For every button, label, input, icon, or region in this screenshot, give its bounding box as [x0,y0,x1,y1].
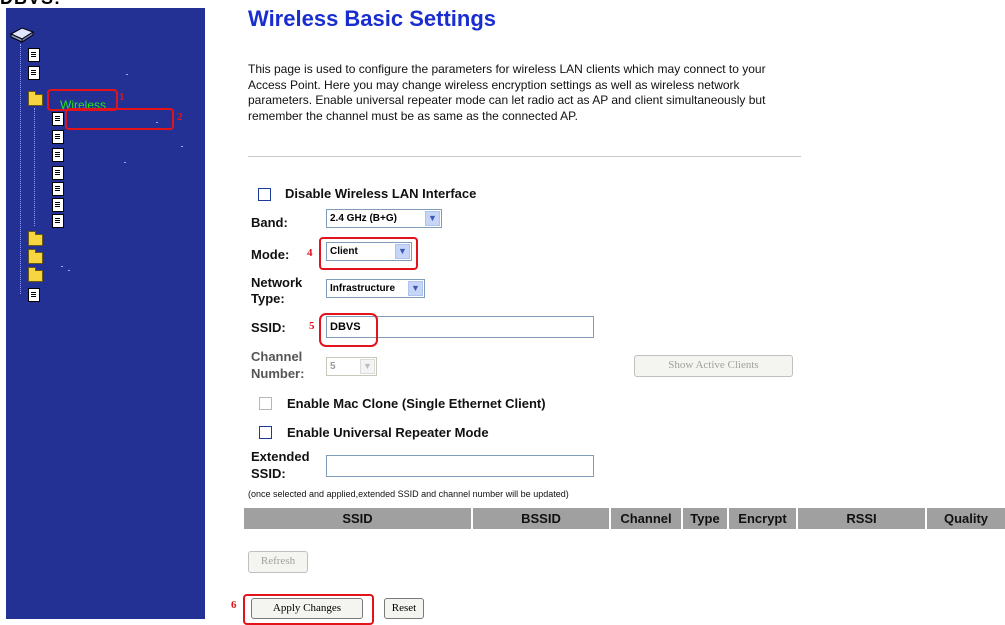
table-header-bssid: BSSID [473,508,611,529]
ssid-label: SSID: [251,320,286,335]
extended-ssid-input[interactable] [326,455,594,477]
chevron-down-icon: ▼ [408,281,423,296]
sidebar-tree: Wireless 1 2 [6,8,205,619]
page-icon[interactable] [52,182,64,196]
top-strip [0,0,1005,8]
page-icon[interactable] [52,214,64,228]
channel-value: 5 [330,361,336,372]
band-label: Band: [251,215,288,230]
page-icon[interactable] [28,48,40,62]
network-type-select[interactable]: Infrastructure ▼ [326,279,425,298]
extended-ssid-label-line2: SSID: [251,466,286,481]
refresh-button[interactable]: Refresh [248,551,308,573]
universal-repeater-label: Enable Universal Repeater Mode [287,425,489,440]
page-description: This page is used to configure the param… [248,62,766,123]
network-type-label-line2: Type: [251,291,285,306]
page-title: Wireless Basic Settings [248,6,497,31]
annotation-box-4 [319,237,418,270]
disable-wlan-label: Disable Wireless LAN Interface [285,186,477,201]
site-survey-table-header: SSID BSSID Channel Type Encrypt RSSI Qua… [244,508,1005,529]
folder-icon[interactable] [28,267,43,282]
page-icon[interactable] [52,148,64,162]
table-header-quality: Quality [943,511,989,526]
disable-wlan-checkbox[interactable] [258,188,271,201]
band-value: 2.4 GHz (B+G) [330,213,397,224]
table-header-rssi: RSSI [798,508,927,529]
extended-ssid-hint: (once selected and applied,extended SSID… [248,489,569,499]
annotation-number-6: 6 [231,599,237,611]
annotation-number-4: 4 [307,247,313,259]
network-type-value: Infrastructure [330,283,396,294]
page-icon[interactable] [52,166,64,180]
page-icon[interactable] [52,112,64,126]
folder-open-icon[interactable] [28,91,43,106]
table-header-type: Type [683,508,729,529]
page-icon[interactable] [28,66,40,80]
annotation-box-2 [65,108,174,130]
table-header-channel: Channel [611,508,683,529]
divider [248,156,801,157]
show-active-clients-button[interactable]: Show Active Clients [634,355,793,377]
annotation-number-2: 2 [177,111,183,123]
extended-ssid-label: Extended [251,449,310,464]
mac-clone-label: Enable Mac Clone (Single Ethernet Client… [287,396,546,411]
network-type-label: Network [251,275,303,290]
mode-label: Mode: [251,247,290,262]
annotation-number-1: 1 [119,91,125,103]
channel-number-label: Channel [251,349,303,364]
reset-button[interactable]: Reset [384,598,424,619]
channel-number-label-line2: Number: [251,366,305,381]
folder-icon[interactable] [28,249,43,264]
universal-repeater-checkbox[interactable] [259,426,272,439]
annotation-box-5 [319,313,378,347]
channel-number-select[interactable]: 5 ▼ [326,357,377,376]
chevron-down-icon: ▼ [425,211,440,226]
table-header-ssid: SSID [244,508,473,529]
annotation-number-5: 5 [309,320,315,332]
page-icon[interactable] [28,288,40,302]
page-icon[interactable] [52,130,64,144]
mac-clone-checkbox[interactable] [259,397,272,410]
table-header-encrypt: Encrypt [729,508,798,529]
band-select[interactable]: 2.4 GHz (B+G) ▼ [326,209,442,228]
folder-icon[interactable] [28,231,43,246]
apply-changes-button[interactable]: Apply Changes [251,598,363,619]
network-device-icon[interactable] [9,26,35,43]
chevron-down-icon: ▼ [360,359,375,374]
page-icon[interactable] [52,198,64,212]
